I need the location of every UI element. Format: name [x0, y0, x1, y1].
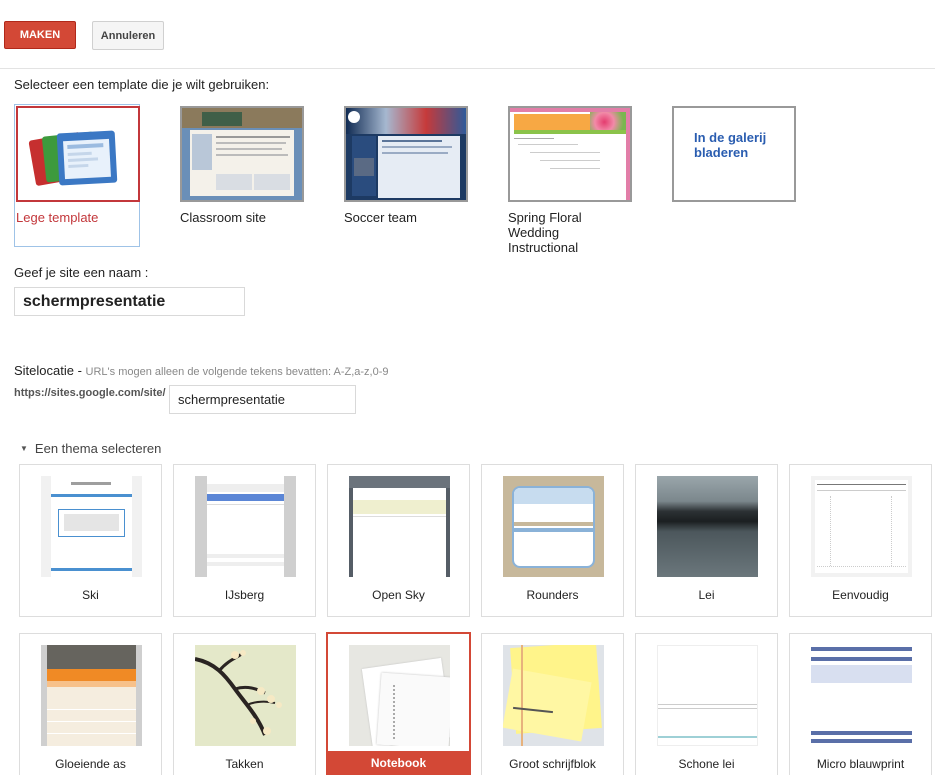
theme-ski[interactable]: Ski [19, 464, 162, 617]
theme-thumbnail [811, 476, 912, 577]
theme-micro-blauwprint[interactable]: Micro blauwprint [789, 633, 932, 775]
theme-name: Lei [698, 588, 715, 602]
theme-thumbnail [41, 476, 142, 577]
theme-name: Groot schrijfblok [509, 757, 596, 771]
theme-groot-schrijfblok[interactable]: Groot schrijfblok [481, 633, 624, 775]
theme-thumbnail [657, 476, 758, 577]
site-location-title: Sitelocatie - [14, 363, 82, 378]
theme-thumbnail [811, 645, 912, 746]
theme-eenvoudig[interactable]: Eenvoudig [789, 464, 932, 617]
theme-open-sky[interactable]: Open Sky [327, 464, 470, 617]
site-name-input[interactable]: schermpresentatie [14, 287, 245, 316]
triangle-down-icon: ▼ [20, 444, 28, 453]
browse-gallery-link[interactable]: In de galerij bladeren [694, 130, 794, 160]
template-classroom-site[interactable]: Classroom site [180, 106, 304, 225]
theme-thumbnail [657, 645, 758, 746]
site-location-hint: URL's mogen alleen de volgende tekens be… [85, 366, 389, 378]
theme-name: Rounders [526, 588, 579, 602]
theme-toggle-label: Een thema selecteren [34, 441, 162, 456]
theme-name: Gloeiende as [55, 757, 126, 771]
template-blank[interactable]: Lege template [14, 104, 140, 247]
theme-thumbnail [195, 645, 296, 746]
classroom-thumbnail [180, 106, 304, 202]
theme-name: Takken [225, 757, 264, 771]
theme-thumbnail [349, 645, 450, 746]
site-url-input[interactable]: schermpresentatie [169, 385, 356, 414]
theme-name: IJsberg [224, 588, 265, 602]
theme-lei[interactable]: Lei [635, 464, 778, 617]
site-location-label: Sitelocatie - URL's mogen alleen de volg… [14, 363, 389, 378]
theme-ijsberg[interactable]: IJsberg [173, 464, 316, 617]
theme-name: Ski [82, 588, 99, 602]
theme-name: Schone lei [678, 757, 735, 771]
site-name-label: Geef je site een naam : [14, 265, 149, 280]
theme-notebook[interactable]: Notebook [326, 632, 471, 775]
template-heading: Selecteer een template die je wilt gebru… [14, 77, 270, 92]
theme-name: Micro blauwprint [816, 757, 905, 771]
toolbar-divider [0, 68, 935, 69]
theme-name: Notebook [328, 751, 469, 775]
template-label: Classroom site [180, 210, 266, 225]
soccer-thumbnail [344, 106, 468, 202]
wedding-thumbnail [508, 106, 632, 202]
theme-takken[interactable]: Takken [173, 633, 316, 775]
theme-thumbnail [503, 645, 604, 746]
cancel-button[interactable]: Annuleren [92, 21, 164, 50]
template-label: Soccer team [344, 210, 417, 225]
theme-thumbnail [41, 645, 142, 746]
theme-section-toggle[interactable]: ▼ Een thema selecteren [20, 441, 161, 456]
theme-rounders[interactable]: Rounders [481, 464, 624, 617]
create-button[interactable]: MAKEN [4, 21, 76, 49]
template-label: Spring Floral Wedding Instructional [508, 210, 582, 255]
theme-schone-lei[interactable]: Schone lei [635, 633, 778, 775]
theme-thumbnail [195, 476, 296, 577]
template-label: Lege template [16, 210, 99, 225]
template-spring-floral-wedding[interactable]: Spring Floral Wedding Instructional [508, 106, 632, 255]
browse-gallery-button[interactable]: In de galerij bladeren [672, 106, 796, 202]
blank-template-icon [16, 106, 140, 202]
theme-name: Open Sky [372, 588, 425, 602]
theme-name: Eenvoudig [832, 588, 889, 602]
theme-thumbnail [349, 476, 450, 577]
theme-gloeiende-as[interactable]: Gloeiende as [19, 633, 162, 775]
url-prefix: https://sites.google.com/site/ [14, 387, 166, 399]
template-soccer-team[interactable]: Soccer team [344, 106, 468, 225]
theme-thumbnail [503, 476, 604, 577]
